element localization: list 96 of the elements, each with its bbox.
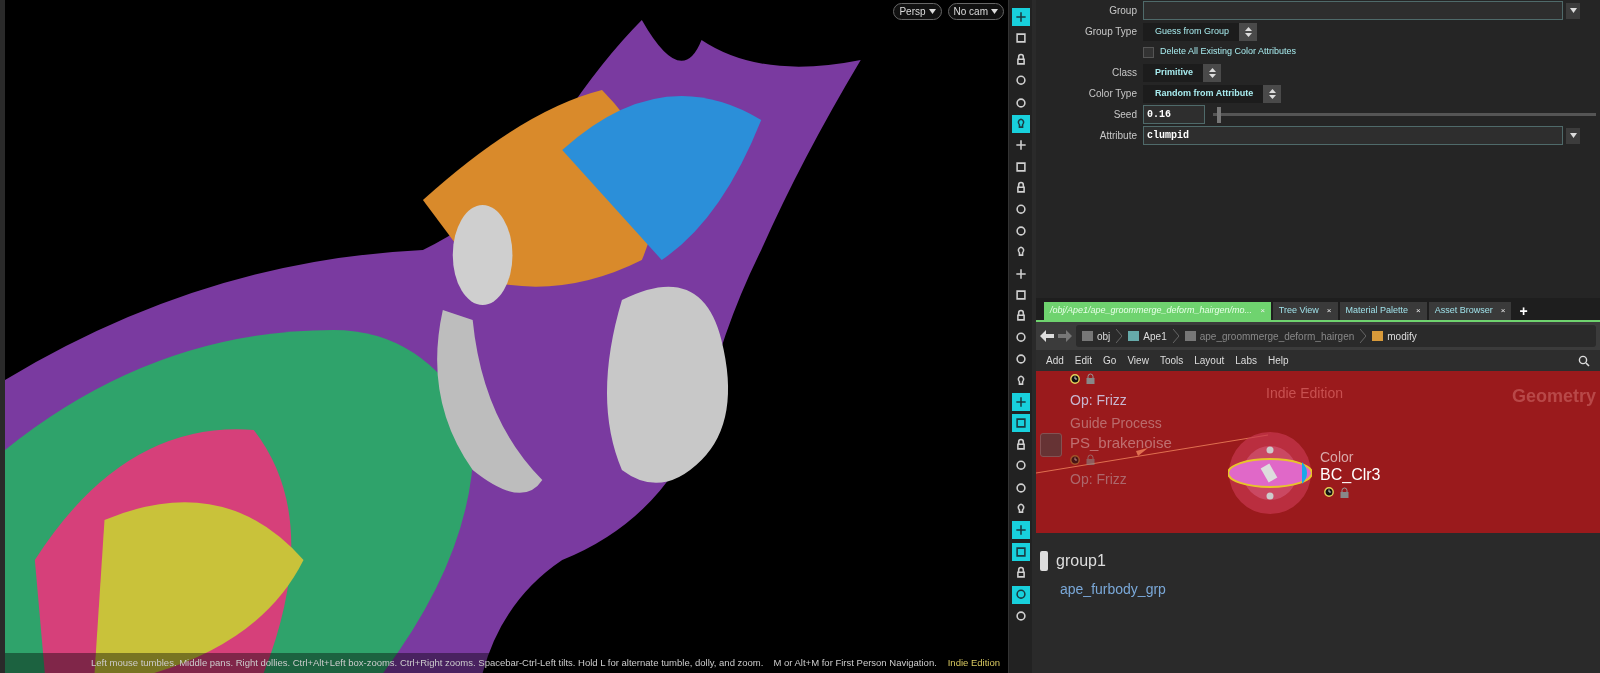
clock-flag-icon bbox=[1324, 487, 1334, 497]
toolbar-button[interactable] bbox=[1011, 414, 1030, 433]
tool-icon bbox=[1013, 352, 1028, 367]
tool-icon bbox=[1013, 138, 1028, 153]
toolbar-button[interactable] bbox=[1011, 114, 1030, 133]
path-segment[interactable]: ape_groommerge_deform_hairgen bbox=[1184, 328, 1355, 344]
node-type: Guide Process bbox=[1070, 414, 1163, 433]
lock-icon bbox=[1340, 486, 1349, 498]
node-operator: Op: Frizz bbox=[1070, 470, 1128, 489]
node-type: Color bbox=[1320, 448, 1355, 465]
toolbar-button[interactable] bbox=[1011, 393, 1030, 412]
search-icon[interactable] bbox=[1578, 354, 1590, 367]
menu-item[interactable]: Go bbox=[1103, 353, 1117, 368]
toolbar-button[interactable] bbox=[1011, 542, 1030, 561]
back-arrow-icon[interactable] bbox=[1040, 330, 1054, 342]
tool-icon bbox=[1013, 159, 1028, 174]
slider-handle[interactable] bbox=[1216, 106, 1221, 123]
path-segment[interactable]: modify bbox=[1372, 328, 1417, 344]
node-operator: Op: Frizz bbox=[1070, 391, 1127, 410]
menu-item[interactable]: Help bbox=[1267, 353, 1289, 368]
tool-icon bbox=[1013, 480, 1028, 495]
add-tab-button[interactable]: + bbox=[1513, 302, 1534, 320]
tool-icon bbox=[1013, 608, 1028, 623]
path-segment[interactable]: obj bbox=[1082, 328, 1111, 344]
tool-icon bbox=[1013, 288, 1028, 303]
menu-item[interactable]: Layout bbox=[1194, 353, 1225, 368]
text-field[interactable] bbox=[1143, 1, 1563, 20]
menu-stepper-icon bbox=[1263, 84, 1282, 103]
edition-label: Indie Edition bbox=[947, 655, 1000, 670]
parameter-label: Color Type bbox=[1087, 87, 1138, 101]
close-tab-button[interactable]: × bbox=[1416, 305, 1421, 317]
checkbox-label: Delete All Existing Color Attributes bbox=[1160, 45, 1297, 59]
tool-icon bbox=[1013, 223, 1028, 238]
dropdown-button[interactable] bbox=[1566, 2, 1580, 19]
lock-icon bbox=[1086, 454, 1095, 465]
group-pattern: ape_furbody_grp bbox=[1060, 580, 1167, 599]
tool-icon bbox=[1013, 202, 1028, 217]
menu-item[interactable]: Labs bbox=[1235, 353, 1257, 368]
path-bar[interactable]: obj Ape1 ape_groommerge_deform_hairgen modify bbox=[1076, 325, 1596, 347]
tool-icon bbox=[1013, 544, 1028, 559]
menu-stepper-icon bbox=[1203, 63, 1222, 82]
chevron-separator-icon bbox=[1116, 329, 1123, 343]
tool-icon bbox=[1013, 10, 1028, 24]
tool-icon bbox=[1013, 587, 1028, 602]
pane-tab[interactable]: Asset Browser × bbox=[1428, 302, 1512, 320]
number-field[interactable]: 0.16 bbox=[1143, 105, 1205, 124]
caret-icon bbox=[1569, 8, 1577, 13]
lock-icon bbox=[1086, 373, 1095, 384]
tool-icon bbox=[1013, 523, 1028, 538]
tool-icon bbox=[1013, 95, 1028, 110]
tool-icon bbox=[1013, 395, 1028, 410]
path-segment[interactable]: Ape1 bbox=[1128, 328, 1167, 344]
close-tab-button[interactable]: × bbox=[1500, 305, 1506, 317]
menu-item[interactable]: Edit bbox=[1074, 353, 1093, 368]
parameter-label: Attribute bbox=[1098, 129, 1138, 143]
pane-tab[interactable]: Tree View × bbox=[1272, 302, 1338, 320]
toolbar-button[interactable] bbox=[1011, 521, 1030, 540]
chevron-separator-icon bbox=[1360, 329, 1367, 343]
slider[interactable] bbox=[1213, 106, 1596, 123]
clock-flag-icon bbox=[1070, 373, 1080, 384]
tool-icon bbox=[1013, 266, 1028, 281]
parameter-label: Group Type bbox=[1083, 25, 1138, 39]
chevron-separator-icon bbox=[1172, 329, 1179, 343]
group-marker bbox=[1040, 551, 1048, 571]
parameter-label: Group bbox=[1108, 4, 1138, 18]
view-menu-button[interactable]: Persp bbox=[893, 3, 942, 20]
node-name: BC_Clr3 bbox=[1320, 464, 1381, 485]
tool-icon bbox=[1013, 330, 1028, 345]
dropdown-menu[interactable]: Primitive bbox=[1143, 63, 1222, 82]
caret-icon bbox=[1569, 133, 1577, 138]
text-field[interactable]: clumpid bbox=[1143, 126, 1563, 145]
clock-flag-icon bbox=[1070, 454, 1080, 465]
pane-tab[interactable]: Material Palette × bbox=[1339, 302, 1427, 320]
dropdown-menu[interactable]: Random from Attribute bbox=[1143, 84, 1282, 103]
menu-stepper-icon bbox=[1239, 22, 1258, 41]
parameter-label: Class bbox=[1111, 66, 1138, 80]
view-menu-button[interactable]: No cam bbox=[947, 3, 1004, 20]
color-node-icon[interactable] bbox=[1228, 431, 1312, 515]
menu-item[interactable]: Tools bbox=[1159, 353, 1184, 368]
node-shape[interactable] bbox=[1040, 433, 1062, 457]
dropdown-button[interactable] bbox=[1566, 127, 1580, 144]
caret-icon bbox=[991, 9, 998, 14]
parameter-label: Seed bbox=[1112, 108, 1138, 122]
caret-icon bbox=[928, 9, 936, 14]
node-name: PS_brakenoise bbox=[1070, 434, 1172, 452]
menu-item[interactable]: Add bbox=[1046, 353, 1064, 368]
tool-icon bbox=[1013, 31, 1028, 46]
checkbox[interactable] bbox=[1143, 46, 1154, 58]
dropdown-menu[interactable]: Guess from Group bbox=[1143, 22, 1258, 41]
toolbar-button[interactable] bbox=[1011, 585, 1030, 604]
menu-item[interactable]: View bbox=[1127, 353, 1149, 368]
navigation-hint: M or Alt+M for First Person Navigation. bbox=[773, 655, 937, 670]
close-tab-button[interactable]: × bbox=[1326, 305, 1332, 317]
group-name: group1 bbox=[1056, 551, 1106, 571]
toolbar-button[interactable] bbox=[1011, 8, 1030, 26]
tool-icon bbox=[1013, 416, 1028, 431]
